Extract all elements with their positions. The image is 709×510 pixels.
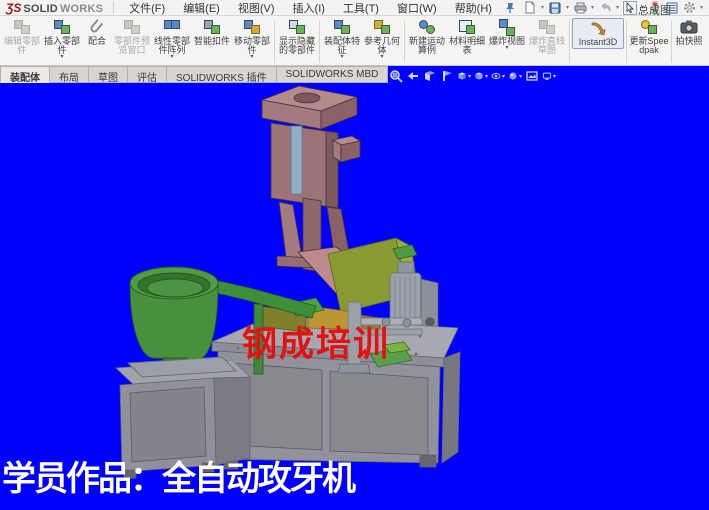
graphics-viewport[interactable]: 钢成培训 学员作品：全自动攻牙机 <box>0 66 709 510</box>
ribbon-button-instant3d[interactable]: Instant3D <box>572 18 624 49</box>
titlebar-separator <box>113 2 114 14</box>
ribbon-button-assembly-features[interactable]: 装配体特征 <box>322 18 362 61</box>
ribbon-button-explode-line-sketch: 爆炸直线草图 <box>527 18 567 56</box>
mate-icon <box>87 19 107 36</box>
ribbon-button-insert-components[interactable]: 插入零部件 <box>42 18 82 61</box>
reference-geometry-icon <box>372 19 392 36</box>
ribbon-button-component-preview-window: 零部件预览窗口 <box>112 18 152 56</box>
tab-evaluate[interactable]: 评估 <box>128 66 167 83</box>
document-title: 总成图 <box>638 2 671 18</box>
tab-sketch[interactable]: 草图 <box>89 66 128 83</box>
new-document-icon[interactable] <box>523 1 537 15</box>
ribbon-button-take-snapshot[interactable]: 拍快照 <box>674 18 704 47</box>
options-caret[interactable]: ▾ <box>700 4 703 11</box>
save-caret[interactable]: ▾ <box>566 4 569 11</box>
menu-help[interactable]: 帮助(H) <box>446 0 501 17</box>
linear-pattern-icon <box>162 19 182 36</box>
pin-menu-icon[interactable] <box>505 2 515 14</box>
section-view-icon[interactable] <box>423 69 437 83</box>
ribbon-button-exploded-view[interactable]: 爆炸视图 <box>487 18 527 52</box>
insert-components-icon <box>52 19 72 36</box>
undo-icon[interactable] <box>598 1 612 15</box>
menu-window[interactable]: 窗口(W) <box>388 0 446 17</box>
menu-edit[interactable]: 编辑(E) <box>174 0 229 17</box>
menu-insert[interactable]: 插入(I) <box>284 0 334 17</box>
options-gear-icon[interactable] <box>682 1 696 15</box>
print-icon[interactable] <box>573 1 587 15</box>
tab-layout[interactable]: 布局 <box>50 66 89 83</box>
save-icon[interactable] <box>548 1 562 15</box>
zoom-to-area-icon[interactable] <box>389 69 403 83</box>
new-document-caret[interactable]: ▾ <box>541 4 544 11</box>
ribbon-group-separator <box>626 20 627 63</box>
print-caret[interactable]: ▾ <box>591 4 594 11</box>
ribbon-group-separator <box>274 20 275 63</box>
ribbon-button-reference-geometry[interactable]: 参考几何体 <box>362 18 402 61</box>
move-component-icon <box>242 19 262 36</box>
ribbon-button-linear-component-pattern[interactable]: 线性零部件阵列 <box>152 18 192 61</box>
menu-bar: 文件(F) 编辑(E) 视图(V) 插入(I) 工具(T) 窗口(W) 帮助(H… <box>120 0 501 17</box>
ribbon-group-separator <box>404 20 405 63</box>
apply-scene-icon[interactable] <box>525 69 539 83</box>
bill-of-materials-icon <box>457 19 477 36</box>
show-hidden-icon <box>287 19 307 36</box>
instant3d-icon <box>588 20 608 37</box>
ribbon-group-separator <box>319 20 320 63</box>
edit-appearance-icon[interactable] <box>508 69 522 83</box>
exploded-view-icon <box>497 19 517 36</box>
previous-view-icon[interactable] <box>406 69 420 83</box>
menu-file[interactable]: 文件(F) <box>120 0 174 17</box>
select-icon[interactable] <box>623 1 637 15</box>
display-style-icon[interactable] <box>474 69 488 83</box>
dynamic-annotation-views-icon[interactable] <box>440 69 454 83</box>
new-motion-study-icon <box>417 19 437 36</box>
ribbon-button-bill-of-materials[interactable]: 材料明细表 <box>447 18 487 56</box>
ribbon-group-separator <box>671 20 672 63</box>
watermark-text: 钢成培训 <box>242 316 390 367</box>
ribbon-button-mate[interactable]: 配合 <box>82 18 112 47</box>
solidworks-logo: ƷS SOLIDWORKS <box>6 1 103 15</box>
title-bar: ƷS SOLIDWORKS 文件(F) 编辑(E) 视图(V) 插入(I) 工具… <box>0 0 709 16</box>
ribbon-group-separator <box>569 20 570 63</box>
ribbon-button-smart-fasteners[interactable]: 智能扣件 <box>192 18 232 47</box>
ds-logo-mark: ƷS <box>6 1 21 15</box>
tab-solidworks-mbd[interactable]: SOLIDWORKS MBD <box>277 66 389 83</box>
solidworks-window: ƷS SOLIDWORKS 文件(F) 编辑(E) 视图(V) 插入(I) 工具… <box>0 0 709 510</box>
explode-line-sketch-icon <box>537 19 557 36</box>
command-manager-ribbon: 编辑零部件 插入零部件 配合 零部件预览窗口 线性零部件阵列 智能扣件 移动零部… <box>0 16 709 66</box>
heads-up-view-toolbar <box>372 69 556 83</box>
view-orientation-icon[interactable] <box>457 69 471 83</box>
update-speedpak-icon <box>639 19 659 36</box>
hide-show-items-icon[interactable] <box>491 69 505 83</box>
undo-caret[interactable]: ▾ <box>616 4 619 11</box>
ribbon-button-update-speedpak[interactable]: 更新Speedpak <box>629 18 669 56</box>
take-snapshot-camera-icon <box>679 19 699 36</box>
model-3d[interactable] <box>0 66 709 510</box>
caption-text: 学员作品：全自动攻牙机 <box>2 451 354 500</box>
menu-view[interactable]: 视图(V) <box>229 0 284 17</box>
tab-assembly[interactable]: 装配体 <box>0 66 50 83</box>
assembly-features-icon <box>332 19 352 36</box>
tab-solidworks-addins[interactable]: SOLIDWORKS 插件 <box>167 66 277 83</box>
ribbon-button-move-component[interactable]: 移动零部件 <box>232 18 272 61</box>
quick-access-toolbar: ▾ ▾ ▾ ▾ ▾ ▾ <box>523 1 704 15</box>
ribbon-button-edit-component: 编辑零部件 <box>2 18 42 56</box>
view-settings-icon[interactable] <box>542 69 556 83</box>
command-manager-tabs: 装配体 布局 草图 评估 SOLIDWORKS 插件 SOLIDWORKS MB… <box>0 66 388 83</box>
menu-tools[interactable]: 工具(T) <box>334 0 388 17</box>
component-preview-icon <box>122 19 142 36</box>
ribbon-button-new-motion-study[interactable]: 新建运动算例 <box>407 18 447 56</box>
ribbon-button-show-hidden-components[interactable]: 显示隐藏的零部件 <box>277 18 317 56</box>
edit-component-icon <box>12 19 32 36</box>
smart-fasteners-icon <box>202 19 222 36</box>
